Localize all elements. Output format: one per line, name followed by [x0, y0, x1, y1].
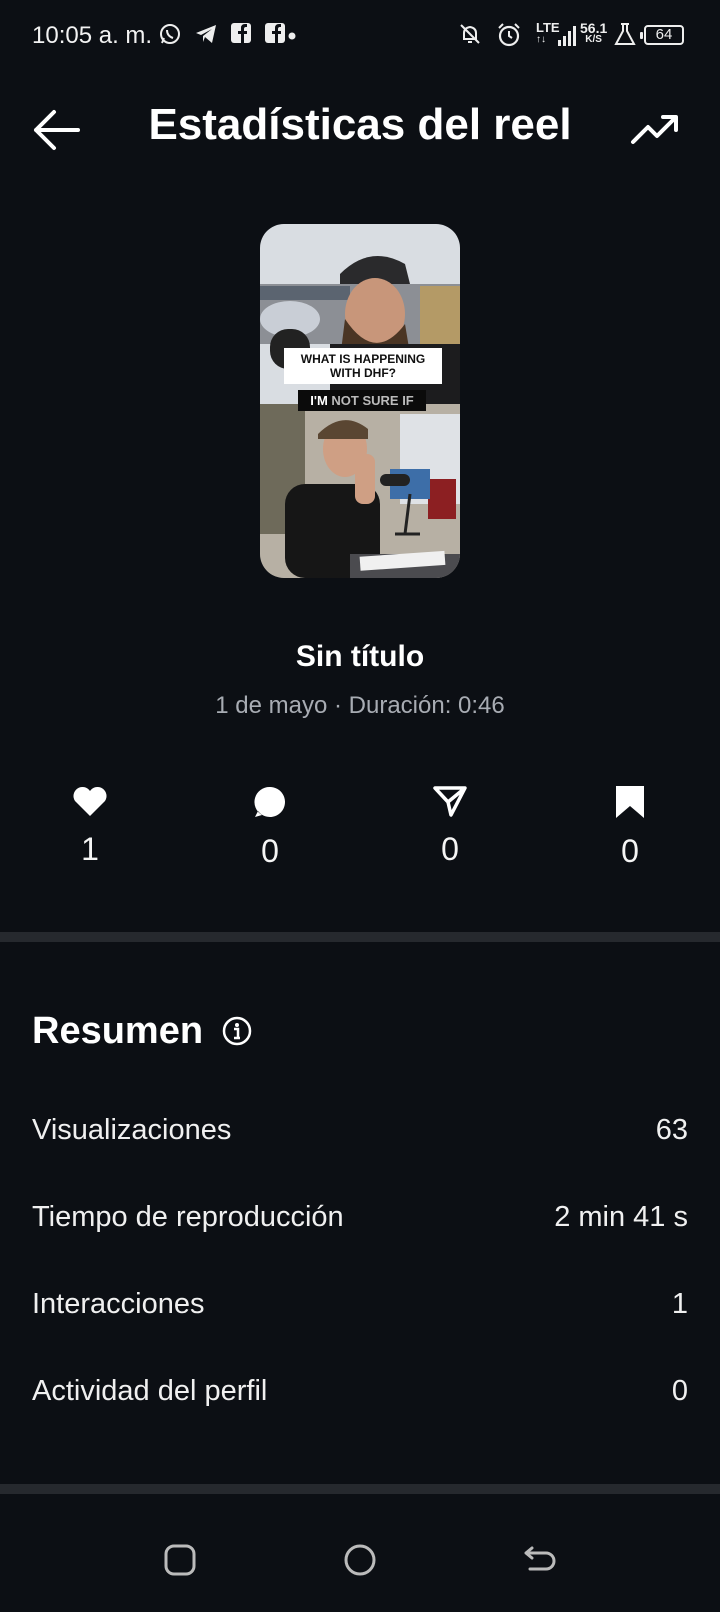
- status-time: 10:05 a. m.: [32, 22, 153, 49]
- info-icon[interactable]: [222, 1016, 252, 1046]
- network-type: LTE ↑↓: [536, 20, 560, 45]
- section-divider: [0, 1484, 720, 1494]
- back-nav-icon[interactable]: [520, 1540, 560, 1580]
- row-value: 2 min 41 s: [554, 1201, 688, 1233]
- shares-count: 0: [441, 831, 459, 867]
- bell-off-icon: [460, 24, 480, 44]
- saves-metric: 0: [570, 785, 690, 870]
- home-icon[interactable]: [340, 1540, 380, 1580]
- reel-title: Sin título: [295, 640, 425, 673]
- trending-up-icon[interactable]: [630, 110, 680, 150]
- likes-count: 1: [81, 831, 99, 867]
- row-label: Actividad del perfil: [32, 1375, 268, 1407]
- row-label: Tiempo de reproducción: [32, 1201, 344, 1233]
- flask-icon: [614, 23, 636, 45]
- row-value: 0: [671, 1375, 688, 1407]
- page-title: Estadísticas del reel: [148, 100, 572, 149]
- comment-icon: [254, 786, 285, 817]
- reel-subtitle: I'M NOT SURE IF: [298, 390, 426, 411]
- reel-meta: 1 de mayo · Duración: 0:46: [215, 692, 505, 719]
- row-value: 1: [671, 1288, 688, 1320]
- network-speed: 56.1 K/S: [580, 20, 608, 45]
- send-icon: [433, 786, 467, 817]
- row-value: 63: [655, 1114, 688, 1146]
- whatsapp-icon: [160, 24, 180, 44]
- alarm-icon: [498, 23, 520, 47]
- heart-icon: [73, 786, 107, 816]
- comments-metric: 0: [210, 785, 330, 870]
- row-label: Visualizaciones: [32, 1114, 232, 1146]
- reel-caption: WHAT IS HAPPENING WITH DHF?: [284, 348, 442, 384]
- summary-title: Resumen: [32, 1010, 204, 1052]
- row-label: Interacciones: [32, 1288, 205, 1320]
- status-bar: 10:05 a. m. LTE ↑↓ 56.1 K/S 64: [0, 0, 720, 72]
- signal-icon: [558, 26, 576, 46]
- reel-thumbnail[interactable]: WHAT IS HAPPENING WITH DHF? I'M NOT SURE…: [260, 224, 460, 578]
- notification-dot-icon: [288, 32, 296, 40]
- saves-count: 0: [621, 833, 639, 869]
- bookmark-icon: [616, 786, 644, 818]
- facebook-icon: [231, 23, 251, 43]
- likes-metric: 1: [30, 785, 150, 868]
- recent-apps-icon[interactable]: [160, 1540, 200, 1580]
- facebook-icon: [265, 23, 285, 43]
- shares-metric: 0: [390, 785, 510, 868]
- telegram-icon: [196, 25, 216, 43]
- comments-count: 0: [261, 833, 279, 869]
- battery-icon: 64: [640, 25, 684, 45]
- section-divider: [0, 932, 720, 942]
